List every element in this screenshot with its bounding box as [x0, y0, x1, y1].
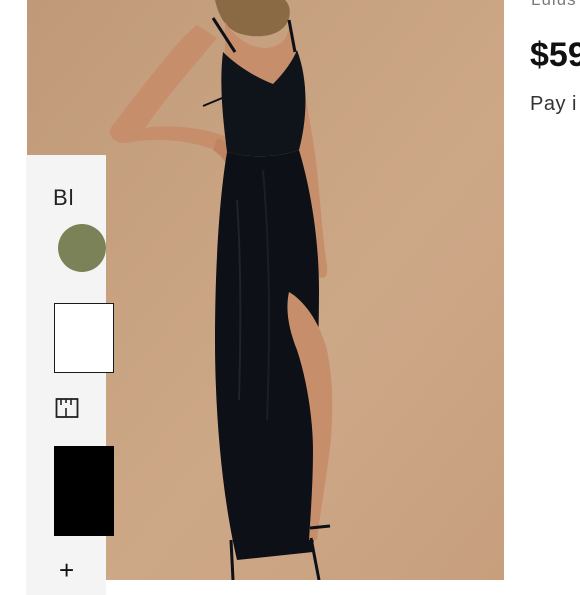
plus-icon[interactable]: +	[59, 557, 83, 584]
product-info-panel: Lulus $59 Pay i	[504, 0, 580, 580]
size-option-button[interactable]	[54, 303, 114, 373]
color-swatch-olive[interactable]	[58, 224, 106, 272]
brand-name: Lulus	[531, 0, 577, 10]
add-to-bag-button[interactable]	[54, 446, 114, 536]
color-label: Bl	[53, 185, 75, 210]
product-price: $59	[530, 36, 580, 74]
payment-installment-text: Pay i	[530, 93, 577, 115]
ruler-icon[interactable]	[55, 396, 79, 420]
